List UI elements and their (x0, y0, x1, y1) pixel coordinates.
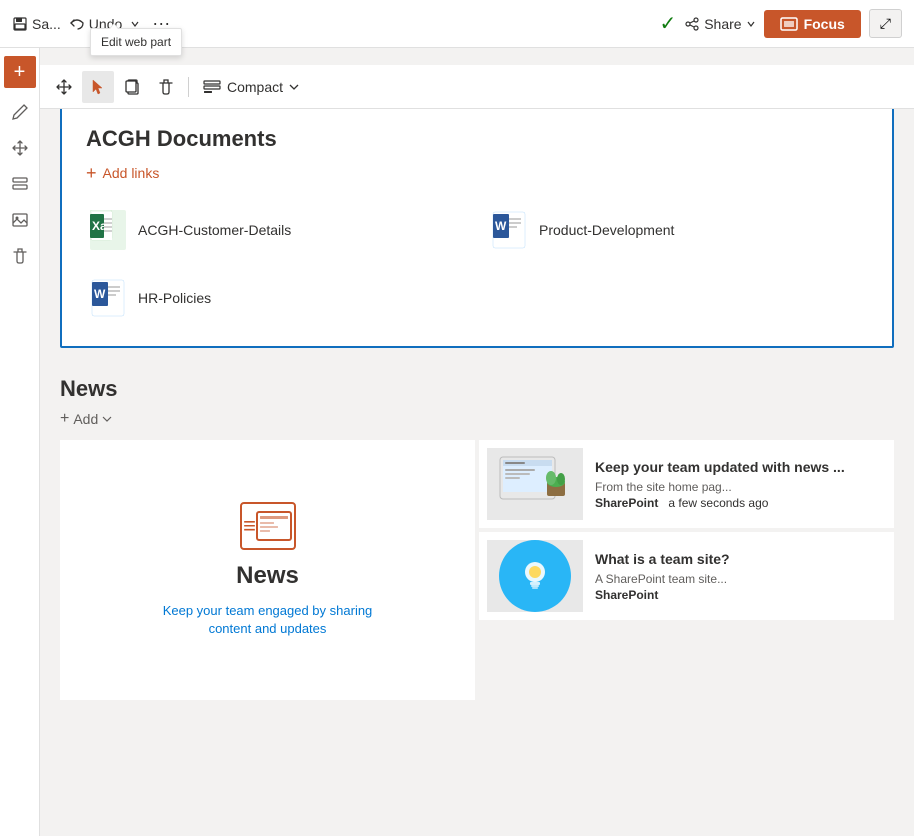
share-button[interactable]: Share (684, 16, 755, 32)
news-promo-card: News Keep your team engaged by sharingco… (60, 440, 475, 700)
share-chevron-icon (746, 19, 756, 29)
add-chevron-icon (102, 415, 112, 423)
news-item[interactable]: Keep your team updated with news ... Fro… (479, 440, 894, 528)
news-item[interactable]: What is a team site? A SharePoint team s… (479, 532, 894, 620)
news-thumbnail-1 (487, 448, 583, 520)
doc-name: Product-Development (539, 222, 674, 238)
bulb-illustration (499, 540, 571, 612)
news-promo-desc: Keep your team engaged by sharingcontent… (163, 602, 373, 638)
undo-icon (69, 16, 85, 32)
compact-label: Compact (227, 79, 283, 95)
focus-label: Focus (804, 16, 845, 32)
news-item-meta: SharePoint a few seconds ago (595, 496, 886, 510)
news-item-meta-2: SharePoint (595, 588, 886, 602)
sidebar-move-icon[interactable] (4, 132, 36, 164)
move-icon (55, 78, 73, 96)
excel-icon: Xa (90, 210, 126, 250)
copy-tool-button[interactable] (116, 71, 148, 103)
sidebar-layers-icon[interactable] (4, 168, 36, 200)
doc-item[interactable]: W Product-Development (487, 202, 868, 258)
checkmark-button[interactable]: ✓ (659, 11, 676, 36)
toolbar-divider (188, 77, 189, 97)
news-item-info-2: What is a team site? A SharePoint team s… (595, 550, 886, 602)
lightbulb-icon (515, 556, 555, 596)
news-item-time: a few seconds ago (668, 496, 768, 510)
doc-name: ACGH-Customer-Details (138, 222, 291, 238)
add-plus-icon: + (60, 410, 69, 428)
sidebar-edit-icon[interactable] (4, 96, 36, 128)
news-item-info: Keep your team updated with news ... Fro… (595, 458, 886, 510)
news-title: News (60, 376, 894, 402)
news-box-icon (256, 511, 292, 541)
news-section: News + Add News (60, 376, 894, 700)
news-item-title: Keep your team updated with news ... (595, 458, 886, 476)
exit-focus-icon: ⤢ (880, 15, 891, 31)
focus-icon (780, 17, 798, 31)
docs-title: ACGH Documents (86, 126, 868, 152)
add-links-label: Add links (103, 165, 160, 181)
doc-item[interactable]: W HR-Policies (86, 270, 467, 326)
news-grid: News Keep your team engaged by sharingco… (60, 440, 894, 700)
add-label: Add (73, 411, 98, 427)
share-label: Share (704, 16, 741, 32)
main-content: ACGH Documents + Add links Xa (40, 48, 914, 700)
save-icon (12, 16, 28, 32)
top-bar-right: ✓ Share Focus ⤢ (659, 9, 902, 38)
news-thumbnail-2 (487, 540, 583, 612)
sidebar-image-icon[interactable] (4, 204, 36, 236)
news-source-name: SharePoint (595, 496, 658, 510)
exit-focus-button[interactable]: ⤢ (869, 9, 902, 38)
news-source-name-2: SharePoint (595, 588, 658, 602)
save-button[interactable]: Sa... (12, 16, 61, 32)
add-links-plus-icon: + (86, 164, 97, 182)
select-tool-button[interactable] (82, 71, 114, 103)
trash-icon (157, 78, 175, 96)
docs-grid: Xa ACGH-Customer-Details W (86, 202, 868, 326)
word-icon: W (491, 210, 527, 250)
news-right-column: Keep your team updated with news ... Fro… (479, 440, 894, 700)
news-item-source: From the site home pag... (595, 480, 886, 494)
news-add-button[interactable]: + Add (60, 410, 894, 428)
doc-item[interactable]: Xa ACGH-Customer-Details (86, 202, 467, 258)
tooltip-text: Edit web part (101, 35, 171, 49)
copy-icon (123, 78, 141, 96)
news-item-title-2: What is a team site? (595, 550, 886, 568)
word-icon-2: W (90, 278, 126, 318)
compact-chevron-icon (289, 83, 299, 91)
sidebar-delete-icon[interactable] (4, 240, 36, 272)
add-section-button[interactable]: + (4, 56, 36, 88)
delete-tool-button[interactable] (150, 71, 182, 103)
compact-icon (203, 80, 221, 94)
svg-text:W: W (495, 219, 507, 233)
webpart-toolbar: Compact (40, 65, 914, 109)
undo-dropdown[interactable] (130, 19, 140, 29)
compact-view-button[interactable]: Compact (195, 75, 307, 99)
select-icon (89, 78, 107, 96)
move-tool-button[interactable] (48, 71, 80, 103)
svg-text:W: W (94, 287, 106, 301)
news-promo-icon (240, 502, 296, 550)
doc-name: HR-Policies (138, 290, 211, 306)
documents-section: ACGH Documents + Add links Xa (60, 104, 894, 348)
add-links-button[interactable]: + Add links (86, 164, 868, 182)
edit-webpart-tooltip: Edit web part (90, 28, 182, 56)
tablet-illustration (495, 452, 575, 517)
chevron-down-icon (130, 19, 140, 29)
share-icon (684, 16, 700, 32)
focus-button[interactable]: Focus (764, 10, 861, 38)
news-promo-title: News (236, 562, 299, 590)
news-item-source-2: A SharePoint team site... (595, 572, 886, 586)
left-sidebar: + (0, 48, 40, 836)
